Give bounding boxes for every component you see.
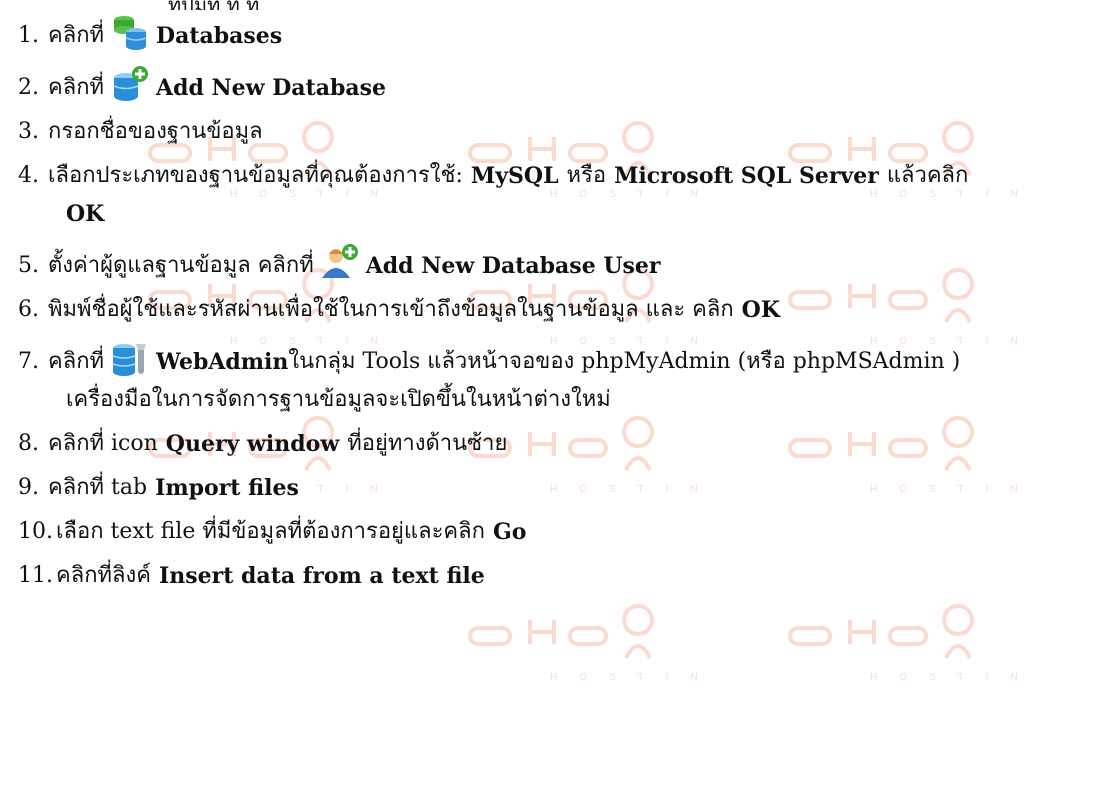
step-text: คลิกที่ xyxy=(48,75,105,100)
mssql-option: Microsoft SQL Server xyxy=(614,163,879,189)
svg-text:HOSTING: HOSTING xyxy=(550,672,720,683)
svg-text:HOSTING: HOSTING xyxy=(870,672,1040,683)
add-new-database-user-link[interactable]: Add New Database User xyxy=(366,250,661,282)
step-text: เลือก text file ที่มีข้อมูลที่ต้องการอยู… xyxy=(56,519,485,544)
query-window-link[interactable]: Query window xyxy=(166,428,339,460)
step-number: 3. xyxy=(18,119,39,144)
go-button-label[interactable]: Go xyxy=(493,516,526,548)
step-number: 10. xyxy=(18,519,53,544)
step-text: คลิกที่ xyxy=(48,23,105,48)
add-new-database-link[interactable]: Add New Database xyxy=(156,72,386,104)
instructions-document: ที่ปุ่มที่ ที่ ที่ 1. คลิกที่ Databases … xyxy=(18,0,1108,604)
step-number: 1. xyxy=(18,23,39,48)
step-8: 8. คลิกที่ icon Query window ที่อยู่ทางด… xyxy=(18,428,1108,460)
step-number: 4. xyxy=(18,163,39,188)
ok-button-label[interactable]: OK xyxy=(742,294,780,326)
step-text: กรอกชื่อของฐานข้อมูล xyxy=(48,119,263,144)
step-text: คลิกที่ tab xyxy=(48,475,148,500)
step-text: คลิกที่ลิงค์ xyxy=(56,563,151,588)
mysql-option: MySQL xyxy=(470,163,559,189)
step-number: 6. xyxy=(18,297,39,322)
webadmin-link[interactable]: WebAdmin xyxy=(156,346,288,378)
step-number: 9. xyxy=(18,475,39,500)
step-3: 3. กรอกชื่อของฐานข้อมูล xyxy=(18,116,1108,148)
database-stack-icon[interactable] xyxy=(110,12,150,52)
step-text: ที่อยู่ทางด้านซ้าย xyxy=(347,431,508,456)
step-text: คลิกที่ icon xyxy=(48,431,158,456)
cut-off-heading: ที่ปุ่มที่ ที่ ที่ xyxy=(18,0,1108,10)
step-number: 7. xyxy=(18,349,39,374)
step-number: 8. xyxy=(18,431,39,456)
step-11: 11. คลิกที่ลิงค์ Insert data from a text… xyxy=(18,560,1108,592)
database-add-icon[interactable] xyxy=(110,64,150,104)
database-admin-tools-icon[interactable] xyxy=(110,338,150,378)
step-text: คลิกที่ xyxy=(48,349,105,374)
step-text: ตั้งค่าผู้ดูแลฐานข้อมูล คลิกที่ xyxy=(48,253,314,278)
databases-link[interactable]: Databases xyxy=(156,20,282,52)
step-6: 6. พิมพ์ชื่อผู้ใช้และรหัสผ่านเพื่อใช้ในก… xyxy=(18,294,1108,326)
step-10: 10. เลือก text file ที่มีข้อมูลที่ต้องกา… xyxy=(18,516,1108,548)
step-text: พิมพ์ชื่อผู้ใช้และรหัสผ่านเพื่อใช้ในการเ… xyxy=(48,297,734,322)
step-5: 5. ตั้งค่าผู้ดูแลฐานข้อมูล คลิกที่ Add N… xyxy=(18,242,1108,282)
step-1: 1. คลิกที่ Databases xyxy=(18,12,1108,52)
user-add-icon[interactable] xyxy=(320,242,360,282)
step-number: 5. xyxy=(18,253,39,278)
import-files-tab[interactable]: Import files xyxy=(155,472,299,504)
step-9: 9. คลิกที่ tab Import files xyxy=(18,472,1108,504)
step-text: ในกลุ่ม Tools แล้วหน้าจอของ phpMyAdmin (… xyxy=(288,349,961,374)
step-text: เลือกประเภทของฐานข้อมูลที่คุณต้องการใช้: xyxy=(48,163,463,188)
step-text-then-click: แล้วคลิก xyxy=(886,163,969,188)
step-4: 4. เลือกประเภทของฐานข้อมูลที่คุณต้องการใ… xyxy=(18,160,1108,192)
step-number: 11. xyxy=(18,563,53,588)
step-2: 2. คลิกที่ Add New Database xyxy=(18,64,1108,104)
step-text-or: หรือ xyxy=(566,163,607,188)
step-number: 2. xyxy=(18,75,39,100)
watermark-logo: HOSTING xyxy=(780,598,1048,688)
step-7-continuation: เครื่องมือในการจัดการฐานข้อมูลจะเปิดขึ้น… xyxy=(66,387,611,412)
ok-button-label[interactable]: OK xyxy=(18,198,1108,230)
insert-data-from-text-file-link[interactable]: Insert data from a text file xyxy=(159,560,485,592)
watermark-logo: HOSTING xyxy=(460,598,728,688)
step-7: 7. คลิกที่ WebAdmin ในกลุ่ม Tools แล้วหน… xyxy=(18,338,1108,378)
